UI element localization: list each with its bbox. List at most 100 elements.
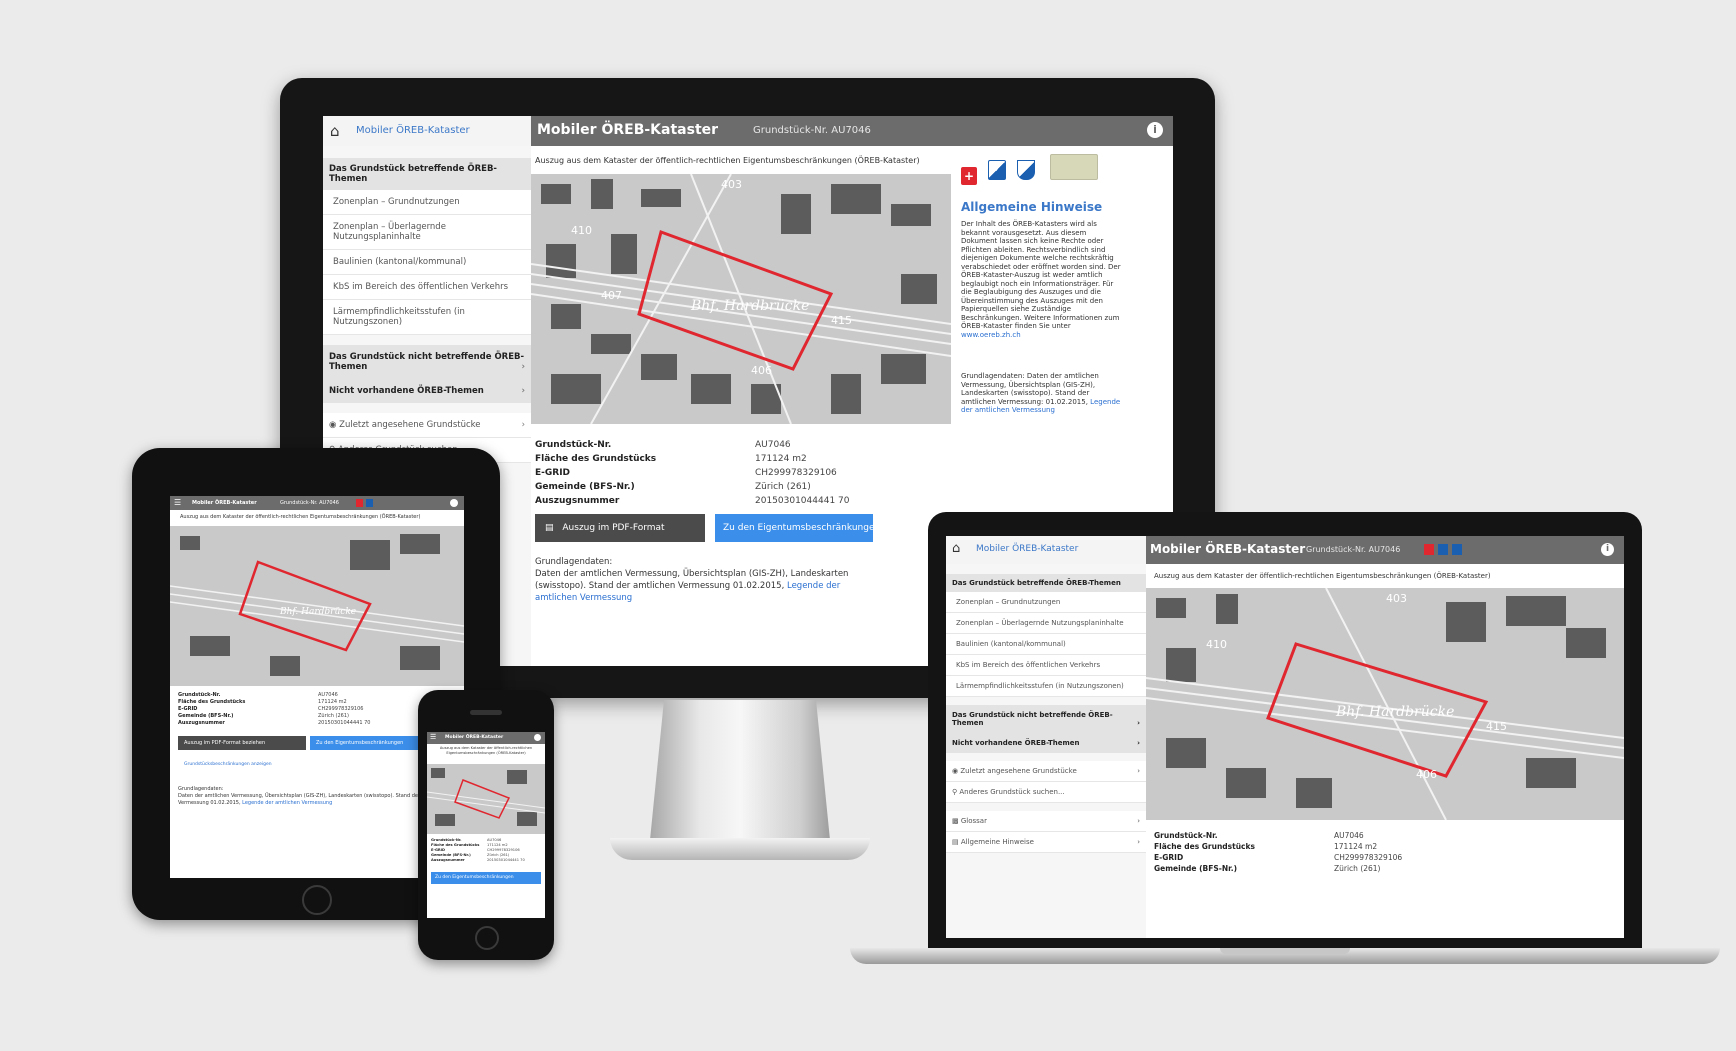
detail-value: Zürich (261) — [755, 482, 811, 492]
detail-key: E-GRID — [178, 706, 198, 712]
pdf-button[interactable]: ▤ Auszug im PDF-Format beziehen — [535, 514, 705, 561]
laptop-not-existing[interactable]: Nicht vorhandene ÖREB-Themen › — [946, 733, 1146, 753]
detail-value: AU7046 — [318, 692, 338, 698]
sidebar-item-theme[interactable]: KbS im Bereich des öffentlichen Verkehrs — [946, 655, 1146, 676]
tablet-restrictions-link[interactable]: Grundstücksbeschränkungen anzeigen — [184, 762, 272, 767]
sidebar-item-theme[interactable]: Baulinien (kantonal/kommunal) — [946, 634, 1146, 655]
detail-key: E-GRID — [1154, 853, 1184, 862]
flag-zh-icon — [988, 160, 1007, 180]
parcel-details: Grundstück-Nr. AU7046 Fläche des Grundstü… — [535, 438, 955, 508]
tablet-pdf-button[interactable]: Auszug im PDF-Format beziehen — [178, 736, 306, 750]
tablet-map[interactable]: Bhf. Hardbrücke — [170, 526, 464, 686]
home-icon[interactable]: ⌂ — [952, 541, 960, 556]
info-icon[interactable]: i — [1147, 122, 1163, 138]
detail-value: 171124 m2 — [1334, 842, 1378, 851]
laptop-station-label: Bhf. Hardbrücke — [1335, 704, 1454, 720]
sidebar-item-theme[interactable]: Zonenplan – Grundnutzungen — [323, 190, 531, 215]
phone-app-title: Mobiler ÖREB-Kataster — [445, 735, 504, 740]
flag-zh-icon — [366, 499, 373, 507]
detail-value: AU7046 — [755, 440, 791, 450]
phone-map-svg — [427, 764, 545, 834]
detail-key: Grundstück-Nr. — [1154, 831, 1218, 840]
laptop-search[interactable]: ⚲ Anderes Grundstück suchen... — [946, 782, 1146, 803]
laptop-hints-label: Allgemeine Hinweise — [960, 838, 1034, 846]
app-title-link[interactable]: Mobiler ÖREB-Kataster — [356, 125, 470, 136]
chevron-right-icon: › — [1137, 767, 1140, 775]
laptop-map[interactable]: Bhf. Hardbrücke 403 410 415 406 — [1146, 588, 1624, 820]
tablet-parcel-label: Grundstück-Nr. AU7046 — [280, 500, 339, 506]
laptop-sidebar-header: ⌂ Mobiler ÖREB-Kataster — [946, 536, 1146, 565]
map-number: 403 — [1386, 592, 1407, 605]
info-icon[interactable]: i — [1601, 543, 1614, 556]
detail-value: 20150301044441 70 — [487, 858, 525, 862]
hints-body: Der Inhalt des ÖREB-Katasters wird als b… — [961, 220, 1121, 339]
sidebar-item-theme[interactable]: Zonenplan – Überlagernde Nutzungsplaninh… — [323, 215, 531, 250]
not-affected-themes[interactable]: Das Grundstück nicht betreffende ÖREB-Th… — [323, 345, 531, 379]
detail-key: Gemeinde (BFS-Nr.) — [535, 482, 635, 492]
chevron-right-icon: › — [521, 386, 525, 396]
tablet-base-link[interactable]: Legende der amtlichen Vermessung — [242, 800, 332, 806]
chevron-right-icon: › — [521, 420, 525, 430]
flag-zh-icon — [1452, 544, 1462, 555]
laptop-map-svg: Bhf. Hardbrücke 403 410 415 406 — [1146, 588, 1624, 820]
laptop-screen: ⌂ Mobiler ÖREB-Kataster Mobiler ÖREB-Kat… — [946, 536, 1624, 938]
laptop-search-label: Anderes Grundstück suchen... — [959, 788, 1065, 796]
info-icon[interactable] — [534, 734, 541, 741]
laptop-affected-header: Das Grundstück betreffende ÖREB-Themen — [946, 574, 1146, 592]
owner-restrictions-button[interactable]: Zu den Eigentumsbeschränkungen — [715, 514, 873, 542]
laptop-general-hints[interactable]: ▤ Allgemeine Hinweise › — [946, 832, 1146, 853]
hints-base-text: Grundlagendaten: Daten der amtlichen Ver… — [961, 372, 1099, 406]
tablet-home-button[interactable] — [302, 885, 332, 915]
phone-extract-title: Auszug aus dem Kataster der öffentlich-r… — [439, 746, 533, 755]
phone-home-button[interactable] — [475, 926, 499, 950]
eye-icon: ◉ — [952, 767, 959, 775]
laptop-recent[interactable]: ◉ Zuletzt angesehene Grundstücke › — [946, 761, 1146, 782]
tablet-base-note: Grundlagendaten: Daten der amtlichen Ver… — [178, 786, 454, 807]
not-existing-themes[interactable]: Nicht vorhandene ÖREB-Themen › — [323, 379, 531, 403]
tablet-link-label: Grundstücksbeschränkungen anzeigen — [184, 762, 272, 767]
tablet-details: Grundstück-Nr. AU7046 Fläche des Grundstü… — [178, 692, 458, 727]
tablet-owner-label: Zu den Eigentumsbeschränkungen — [316, 740, 404, 746]
sidebar-item-theme[interactable]: Lärmempfindlichkeitsstufen (in Nutzungsz… — [946, 676, 1146, 697]
map-view[interactable]: Bhf. Hardbrücke 403 410 407 415 406 — [531, 174, 951, 424]
not-affected-label: Das Grundstück nicht betreffende ÖREB-Th… — [329, 352, 525, 372]
hints-link[interactable]: www.oereb.zh.ch — [961, 331, 1021, 339]
laptop-top-bar: Mobiler ÖREB-Kataster Grundstück-Nr. AU7… — [1146, 536, 1624, 564]
laptop-glossary[interactable]: ▩ Glossar › — [946, 811, 1146, 832]
detail-value: 171124 m2 — [318, 699, 347, 705]
detail-value: Zürich (261) — [318, 713, 349, 719]
detail-value: Zürich (261) — [1334, 864, 1381, 873]
laptop-glossary-label: Glossar — [960, 817, 987, 825]
kataster-logo — [1050, 154, 1099, 180]
sidebar-item-theme[interactable]: Zonenplan – Grundnutzungen — [946, 592, 1146, 613]
phone-screen: ☰ Mobiler ÖREB-Kataster Auszug aus dem K… — [427, 732, 545, 918]
home-icon[interactable]: ⌂ — [330, 122, 340, 140]
detail-row: Auszugsnummer 20150301044441 70 — [535, 494, 955, 508]
not-existing-label: Nicht vorhandene ÖREB-Themen — [329, 386, 484, 396]
document-icon: ▤ — [952, 838, 959, 846]
detail-key: Fläche des Grundstücks — [535, 454, 657, 464]
tablet-map-svg: Bhf. Hardbrücke — [170, 526, 464, 686]
laptop-app-title-link[interactable]: Mobiler ÖREB-Kataster — [976, 544, 1078, 554]
detail-key: E-GRID — [431, 848, 445, 852]
detail-value: 20150301044441 70 — [755, 496, 850, 506]
flag-ch-icon — [1424, 544, 1434, 555]
detail-key: Gemeinde (BFS-Nr.) — [1154, 864, 1238, 873]
chevron-right-icon: › — [1137, 739, 1140, 747]
sidebar-item-theme[interactable]: Lärmempfindlichkeitsstufen (in Nutzungsz… — [323, 300, 531, 335]
menu-icon[interactable]: ☰ — [174, 498, 181, 507]
sidebar-item-theme[interactable]: Zonenplan – Überlagernde Nutzungsplaninh… — [946, 613, 1146, 634]
phone-top-bar: ☰ Mobiler ÖREB-Kataster — [427, 732, 545, 744]
sidebar-item-theme[interactable]: Baulinien (kantonal/kommunal) — [323, 250, 531, 275]
menu-icon[interactable]: ☰ — [430, 733, 436, 741]
sidebar-item-theme[interactable]: KbS im Bereich des öffentlichen Verkehrs — [323, 275, 531, 300]
recent-parcels[interactable]: ◉ Zuletzt angesehene Grundstücke › — [323, 413, 531, 438]
laptop-not-affected[interactable]: Das Grundstück nicht betreffende ÖREB-Th… — [946, 705, 1146, 733]
info-icon[interactable] — [450, 499, 458, 507]
detail-key: Auszugsnummer — [431, 858, 465, 862]
flag-ch-icon: + — [961, 167, 977, 185]
recent-label: Zuletzt angesehene Grundstücke — [339, 420, 481, 430]
phone-owner-button[interactable]: Zu den Eigentumsbeschränkungen — [431, 872, 541, 884]
phone-map[interactable] — [427, 764, 545, 834]
laptop-parcel-label: Grundstück-Nr. AU7046 — [1306, 545, 1401, 554]
